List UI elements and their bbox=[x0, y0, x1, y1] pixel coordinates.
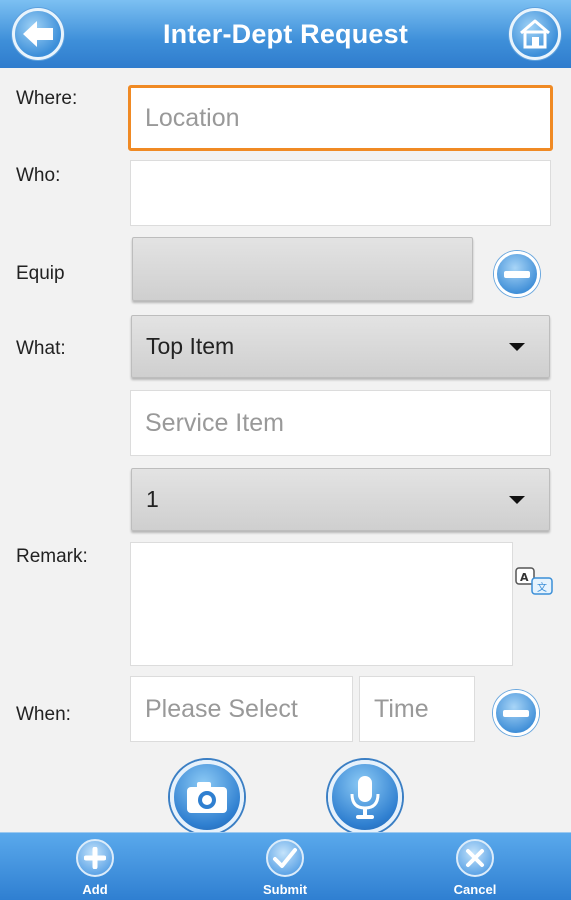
quantity-selected-value: 1 bbox=[146, 486, 159, 512]
page-title: Inter-Dept Request bbox=[162, 18, 409, 49]
remark-label: Remark: bbox=[16, 546, 88, 567]
when-remove-button[interactable] bbox=[493, 690, 539, 736]
translate-button[interactable]: A 文 bbox=[514, 565, 556, 599]
date-picker[interactable]: Please Select bbox=[130, 676, 353, 742]
time-picker[interactable]: Time bbox=[359, 676, 475, 742]
equip-selector[interactable] bbox=[132, 237, 473, 301]
chevron-down-icon bbox=[509, 495, 525, 504]
chevron-down-icon bbox=[509, 342, 525, 351]
submit-label: Submit bbox=[262, 882, 308, 897]
remark-textarea[interactable] bbox=[130, 542, 513, 666]
minus-icon bbox=[503, 709, 529, 717]
microphone-button[interactable] bbox=[328, 760, 402, 834]
who-input[interactable] bbox=[130, 160, 551, 226]
what-selected-value: Top Item bbox=[146, 333, 235, 359]
svg-text:文: 文 bbox=[537, 581, 547, 594]
what-dropdown[interactable]: Top Item bbox=[131, 315, 550, 378]
equip-label: Equip bbox=[16, 263, 65, 284]
microphone-icon bbox=[350, 776, 380, 819]
add-button[interactable]: Add bbox=[50, 839, 140, 899]
service-item-placeholder: Service Item bbox=[145, 408, 284, 437]
location-input[interactable]: Location bbox=[128, 85, 553, 151]
svg-text:A: A bbox=[520, 571, 529, 584]
service-item-input[interactable]: Service Item bbox=[130, 390, 551, 456]
submit-button[interactable]: Submit bbox=[240, 839, 330, 899]
add-label: Add bbox=[82, 882, 108, 897]
quantity-dropdown[interactable]: 1 bbox=[131, 468, 550, 531]
cancel-label: Cancel bbox=[453, 882, 497, 897]
translate-icon: A 文 bbox=[515, 567, 553, 595]
date-placeholder: Please Select bbox=[145, 694, 298, 723]
home-button[interactable] bbox=[509, 8, 561, 60]
camera-icon bbox=[187, 782, 227, 813]
checkmark-icon bbox=[266, 839, 304, 877]
cancel-button[interactable]: Cancel bbox=[430, 839, 520, 899]
what-label: What: bbox=[16, 338, 66, 359]
where-label: Where: bbox=[16, 88, 78, 109]
header-bar: Inter-Dept Request bbox=[0, 0, 571, 68]
minus-icon bbox=[504, 270, 530, 278]
bottom-toolbar: Add Submit Cancel bbox=[0, 832, 571, 900]
close-icon bbox=[456, 839, 494, 877]
who-label: Who: bbox=[16, 165, 61, 186]
plus-icon bbox=[76, 839, 114, 877]
back-arrow-icon bbox=[23, 21, 53, 47]
time-placeholder: Time bbox=[374, 694, 429, 723]
home-icon bbox=[520, 19, 550, 49]
equip-remove-button[interactable] bbox=[494, 251, 540, 297]
location-placeholder: Location bbox=[145, 103, 240, 132]
when-label: When: bbox=[16, 704, 71, 725]
back-button[interactable] bbox=[12, 8, 64, 60]
camera-button[interactable] bbox=[170, 760, 244, 834]
